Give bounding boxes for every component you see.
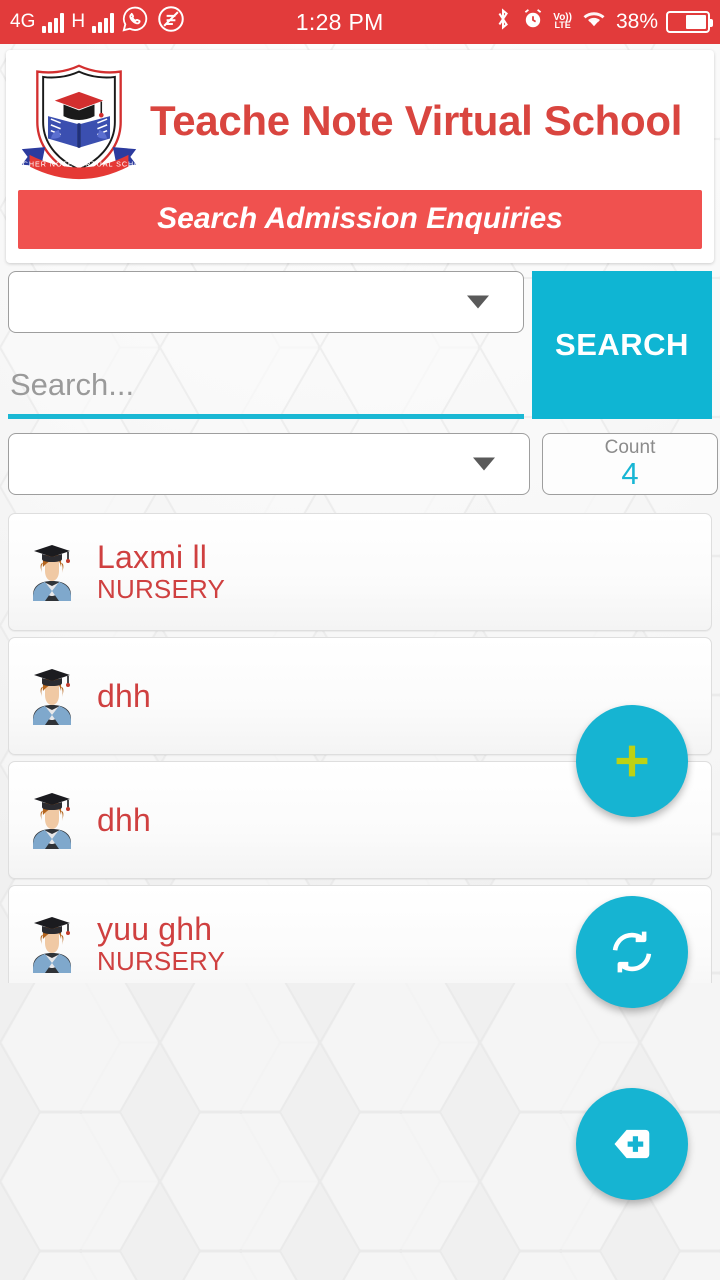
graduate-avatar-icon xyxy=(23,789,81,851)
search-input[interactable] xyxy=(8,366,524,403)
search-field[interactable] xyxy=(8,355,524,419)
filter-bottom-row: Count 4 xyxy=(0,433,720,495)
status-bar: 4G H 1:28 PM Vo)) LTE 38% xyxy=(0,0,720,44)
graduate-avatar-icon xyxy=(33,917,71,973)
school-crest-logo: TEACHER NOTE VIRTUAL SCHOOL xyxy=(16,64,142,180)
header-card: TEACHER NOTE VIRTUAL SCHOOL Teache Note … xyxy=(6,50,714,263)
student-class: NURSERY xyxy=(97,573,226,604)
wifi-icon xyxy=(580,8,608,36)
refresh-fab[interactable] xyxy=(576,896,688,1008)
student-class: NURSERY xyxy=(97,945,226,976)
whatsapp-icon xyxy=(121,5,149,39)
search-button[interactable]: SEARCH xyxy=(532,271,712,419)
student-name: yuu ghh xyxy=(97,911,213,948)
graduate-avatar-icon xyxy=(33,793,71,849)
app-icon xyxy=(156,4,186,40)
student-text: dhh xyxy=(97,679,151,714)
status-bar-clock: 1:28 PM xyxy=(295,8,384,35)
header-top-row: TEACHER NOTE VIRTUAL SCHOOL Teache Note … xyxy=(6,50,714,190)
battery-percent-label: 38% xyxy=(615,10,658,33)
count-label: Count xyxy=(604,436,656,458)
signal-strength-icon-1 xyxy=(42,11,65,33)
refresh-icon xyxy=(612,931,652,973)
student-text: Laxmi ll NURSERY xyxy=(97,540,225,603)
battery-icon xyxy=(666,11,713,33)
signal-strength-icon-2 xyxy=(92,11,115,33)
count-box: Count 4 xyxy=(542,433,718,495)
plus-icon xyxy=(616,745,648,777)
filter-top-row: SEARCH xyxy=(0,271,720,419)
logo-ribbon-text: TEACHER NOTE VIRTUAL SCHOOL xyxy=(16,161,142,169)
class-select[interactable] xyxy=(8,271,524,333)
add-tag-fab[interactable] xyxy=(576,1088,688,1200)
filter-left-fields xyxy=(0,271,532,419)
graduate-avatar-icon xyxy=(23,665,81,727)
status-bar-right: Vo)) LTE 38% xyxy=(493,7,713,37)
network-type-h: H xyxy=(71,11,86,32)
network-type-4g: 4G xyxy=(10,11,36,32)
count-value: 4 xyxy=(621,455,639,491)
section-banner: Search Admission Enquiries xyxy=(18,190,702,249)
status-select[interactable] xyxy=(8,433,530,495)
chevron-down-icon xyxy=(467,295,489,309)
graduate-avatar-icon xyxy=(23,913,81,975)
filter-area: SEARCH Count 4 xyxy=(0,271,720,495)
bluetooth-icon xyxy=(493,7,513,37)
graduate-avatar-icon xyxy=(23,541,81,603)
status-bar-left: 4G H xyxy=(10,4,186,40)
add-enquiry-fab[interactable] xyxy=(576,705,688,817)
chevron-down-icon xyxy=(473,457,495,471)
student-card[interactable]: Laxmi ll NURSERY xyxy=(8,513,712,631)
student-name: Laxmi ll xyxy=(97,539,208,576)
volte-icon: Vo)) LTE xyxy=(553,11,572,31)
alarm-icon xyxy=(521,7,545,37)
graduate-avatar-icon xyxy=(33,669,71,725)
student-text: yuu ghh NURSERY xyxy=(97,912,225,975)
add-tag-icon xyxy=(614,1129,650,1159)
student-name: dhh xyxy=(97,801,151,838)
student-text: dhh xyxy=(97,803,151,838)
student-name: dhh xyxy=(97,677,151,714)
graduate-avatar-icon xyxy=(33,545,71,601)
page-title: Teache Note Virtual School xyxy=(150,96,683,144)
